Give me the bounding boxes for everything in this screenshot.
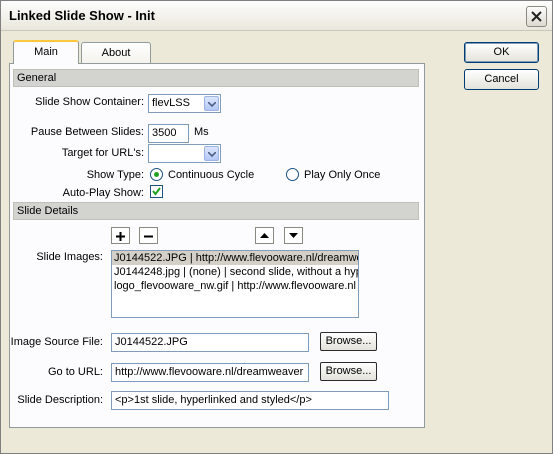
- ok-button-label: OK: [493, 46, 510, 58]
- check-icon: [152, 187, 161, 196]
- slide-images-label: Slide Images:: [36, 251, 103, 263]
- general-section-header: General: [13, 69, 419, 87]
- description-input[interactable]: <p>1st slide, hyperlinked and styled</p>: [111, 391, 389, 410]
- plus-icon: [116, 232, 125, 241]
- play-only-once-label: Play Only Once: [304, 169, 381, 181]
- autoplay-label: Auto-Play Show:: [62, 187, 144, 199]
- container-dropdown-button[interactable]: [204, 96, 219, 111]
- main-tab-panel: General Slide Show Container: flevLSS Pa…: [9, 63, 425, 428]
- url-input[interactable]: http://www.flevooware.nl/dreamweaver: [111, 363, 309, 382]
- list-item[interactable]: J0144522.JPG | http://www.flevooware.nl/…: [112, 251, 358, 265]
- target-dropdown-button[interactable]: [204, 146, 219, 161]
- tab-main-label: Main: [34, 46, 58, 58]
- pause-input[interactable]: 3500: [148, 124, 189, 143]
- radio-selected-dot: [154, 172, 159, 177]
- container-label: Slide Show Container:: [35, 96, 144, 108]
- pause-unit: Ms: [194, 126, 209, 138]
- tab-main[interactable]: Main: [13, 40, 79, 64]
- target-select[interactable]: [148, 144, 221, 163]
- image-source-input[interactable]: J0144522.JPG: [111, 333, 309, 352]
- minus-icon: [144, 235, 153, 238]
- radio-continuous-cycle[interactable]: [150, 168, 163, 181]
- target-label: Target for URL's:: [61, 147, 144, 159]
- window-title: Linked Slide Show - Init: [9, 8, 155, 23]
- show-type-label: Show Type:: [86, 169, 144, 181]
- continuous-cycle-label: Continuous Cycle: [168, 169, 255, 181]
- move-down-button[interactable]: [284, 227, 303, 244]
- chevron-down-icon: [208, 102, 216, 107]
- cancel-button[interactable]: Cancel: [464, 69, 539, 90]
- list-item[interactable]: J0144248.jpg | (none) | second slide, wi…: [112, 265, 358, 279]
- triangle-down-icon: [289, 233, 298, 238]
- add-slide-button[interactable]: [111, 227, 130, 244]
- browse-image-button-label: Browse...: [325, 335, 372, 347]
- title-bar: Linked Slide Show - Init: [1, 1, 552, 31]
- close-button[interactable]: [526, 6, 547, 27]
- pause-label: Pause Between Slides:: [30, 126, 144, 138]
- tab-about[interactable]: About: [81, 42, 151, 64]
- url-label: Go to URL:: [47, 366, 103, 378]
- list-item[interactable]: logo_flevooware_nw.gif | http://www.flev…: [112, 279, 358, 293]
- triangle-up-icon: [260, 233, 269, 238]
- close-icon: [531, 11, 542, 22]
- browse-url-button[interactable]: Browse...: [320, 362, 377, 381]
- radio-play-only-once[interactable]: [286, 168, 299, 181]
- autoplay-checkbox[interactable]: [150, 185, 163, 198]
- cancel-button-label: Cancel: [484, 73, 519, 85]
- remove-slide-button[interactable]: [139, 227, 158, 244]
- image-source-label: Image Source File:: [10, 336, 103, 348]
- ok-button[interactable]: OK: [464, 42, 539, 63]
- slide-images-listbox[interactable]: J0144522.JPG | http://www.flevooware.nl/…: [111, 250, 359, 318]
- description-label: Slide Description:: [17, 394, 103, 406]
- slide-details-section-header: Slide Details: [13, 202, 419, 220]
- container-select[interactable]: flevLSS: [148, 94, 221, 113]
- browse-url-button-label: Browse...: [325, 365, 372, 377]
- browse-image-button[interactable]: Browse...: [320, 332, 377, 351]
- move-up-button[interactable]: [255, 227, 274, 244]
- tab-about-label: About: [101, 47, 131, 59]
- dialog-window: Linked Slide Show - Init Main About OK C…: [0, 0, 553, 454]
- chevron-down-icon: [208, 152, 216, 157]
- container-select-value: flevLSS: [152, 97, 190, 109]
